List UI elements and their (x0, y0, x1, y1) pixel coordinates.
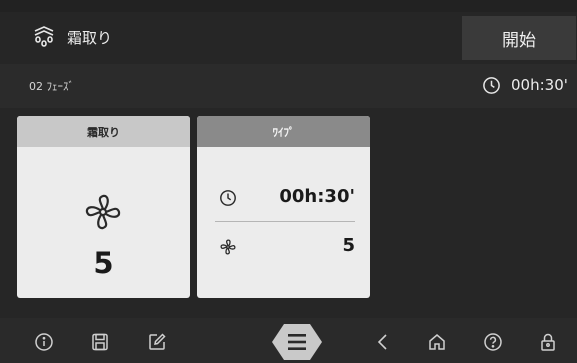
fan-icon (219, 238, 237, 256)
wipe-fan-value: 5 (342, 235, 355, 256)
lock-icon[interactable] (538, 332, 558, 352)
edit-icon[interactable] (147, 332, 167, 352)
phase-row: 02 ﾌｪｰｽﾞ 00h:30' (0, 64, 577, 108)
menu-icon[interactable] (270, 322, 324, 362)
page-title: 霜取り (67, 29, 113, 47)
fan-icon (82, 191, 124, 233)
wipe-card[interactable]: ﾜｲﾌﾟ 00h:30' 5 (197, 116, 370, 298)
defrost-screen: 霜取り 開始 02 ﾌｪｰｽﾞ 00h:30' 霜取り 5 ﾜｲﾌﾟ 00h:3… (0, 0, 577, 363)
wipe-card-title: ﾜｲﾌﾟ (197, 116, 370, 147)
home-icon[interactable] (427, 332, 447, 352)
clock-icon (219, 189, 237, 207)
fan-speed-value: 5 (93, 246, 114, 280)
save-icon[interactable] (90, 332, 110, 352)
defrost-card-title: 霜取り (17, 116, 190, 147)
back-icon[interactable] (373, 332, 393, 352)
start-button[interactable]: 開始 (462, 16, 576, 60)
defrost-icon (31, 24, 57, 50)
defrost-card[interactable]: 霜取り 5 (17, 116, 190, 298)
info-icon[interactable] (34, 332, 54, 352)
wipe-fan-row: 5 (215, 231, 355, 267)
phase-label: 02 ﾌｪｰｽﾞ (29, 80, 74, 93)
top-bar: 霜取り 開始 (0, 12, 577, 64)
wipe-time-row: 00h:30' (215, 182, 355, 218)
clock-icon (482, 76, 501, 95)
bottom-bar (0, 318, 577, 363)
divider (215, 221, 355, 222)
phase-time: 00h:30' (511, 76, 568, 94)
help-icon[interactable] (483, 332, 503, 352)
main-area: 霜取り 5 ﾜｲﾌﾟ 00h:30' 5 (0, 108, 577, 318)
wipe-time-value: 00h:30' (279, 186, 355, 207)
